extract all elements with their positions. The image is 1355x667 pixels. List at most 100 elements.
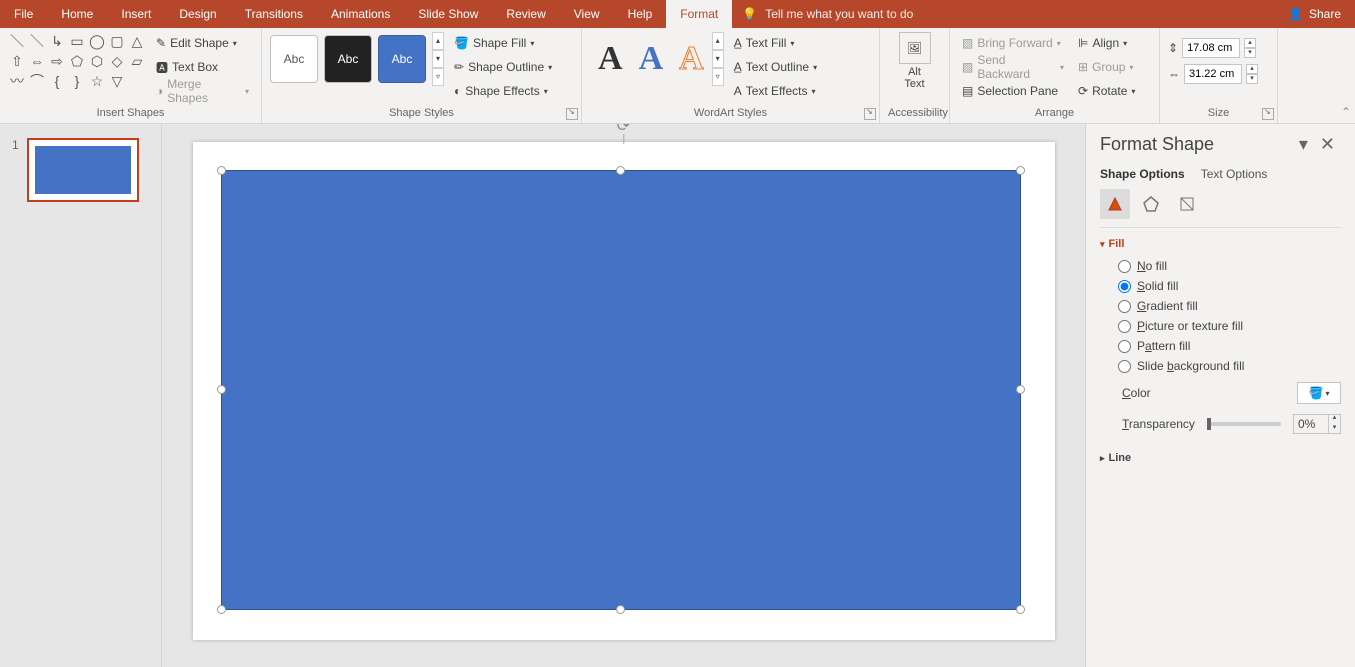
shape-curve-icon[interactable]: 〰 bbox=[8, 72, 26, 90]
shape-rect-icon[interactable]: ▭ bbox=[68, 32, 86, 50]
fill-option-pattern-fill[interactable]: Pattern fill bbox=[1100, 336, 1341, 356]
transparency-slider[interactable] bbox=[1207, 422, 1281, 426]
text-box-button[interactable]: 🅰 Text Box bbox=[152, 56, 253, 78]
pane-options-dropdown[interactable]: ▾ bbox=[1293, 134, 1314, 155]
fill-section-header[interactable]: ▾ Fill bbox=[1100, 238, 1341, 250]
shape-line-icon[interactable]: ＼ bbox=[8, 32, 26, 50]
shape-flag-icon[interactable]: ▱ bbox=[128, 52, 146, 70]
resize-handle-ne[interactable] bbox=[1016, 166, 1025, 175]
shape-arrow-lr-icon[interactable]: ⇔ bbox=[28, 52, 46, 70]
tab-format[interactable]: Format bbox=[666, 0, 732, 28]
slide-thumbnail-1[interactable] bbox=[27, 138, 139, 202]
bring-forward-button[interactable]: ▧ Bring Forward ▾ bbox=[958, 32, 1068, 54]
width-down[interactable]: ▾ bbox=[1246, 74, 1258, 84]
shape-line2-icon[interactable]: ＼ bbox=[28, 32, 46, 50]
align-button[interactable]: ⊫ Align ▾ bbox=[1074, 32, 1139, 54]
slide-bg-fill-radio[interactable] bbox=[1118, 360, 1131, 373]
slide[interactable]: ⟳ bbox=[193, 142, 1055, 640]
tab-review[interactable]: Review bbox=[492, 0, 559, 28]
height-input[interactable] bbox=[1182, 38, 1240, 58]
effects-tab-icon[interactable] bbox=[1136, 189, 1166, 219]
resize-handle-se[interactable] bbox=[1016, 605, 1025, 614]
shape-arc-icon[interactable]: ⌒ bbox=[28, 72, 46, 90]
shape-brace-l-icon[interactable]: { bbox=[48, 72, 66, 90]
line-section-header[interactable]: ▸ Line bbox=[1100, 452, 1341, 464]
height-up[interactable]: ▴ bbox=[1244, 38, 1256, 48]
resize-handle-s[interactable] bbox=[616, 605, 625, 614]
style-gallery-down[interactable]: ▾ bbox=[432, 50, 444, 68]
tab-insert[interactable]: Insert bbox=[107, 0, 165, 28]
resize-handle-e[interactable] bbox=[1016, 385, 1025, 394]
shape-triangle-icon[interactable]: △ bbox=[128, 32, 146, 50]
pane-tab-shape-options[interactable]: Shape Options bbox=[1100, 167, 1185, 181]
no-fill-radio[interactable] bbox=[1118, 260, 1131, 273]
slide-canvas-area[interactable]: ⟳ bbox=[162, 124, 1085, 667]
wordart-preset-1[interactable]: A bbox=[590, 40, 631, 78]
shape-callout-icon[interactable]: ▽ bbox=[108, 72, 126, 90]
group-button[interactable]: ⊞ Group ▾ bbox=[1074, 56, 1139, 78]
merge-shapes-button[interactable]: ◑ Merge Shapes ▾ bbox=[152, 80, 253, 102]
edit-shape-button[interactable]: ✎ Edit Shape ▾ bbox=[152, 32, 253, 54]
fill-option-picture-fill[interactable]: Picture or texture fill bbox=[1100, 316, 1341, 336]
shape-brace-r-icon[interactable]: } bbox=[68, 72, 86, 90]
shape-style-preset-1[interactable]: Abc bbox=[270, 35, 318, 83]
transparency-value-input[interactable]: 0% ▴▾ bbox=[1293, 414, 1341, 434]
tab-transitions[interactable]: Transitions bbox=[231, 0, 317, 28]
style-gallery-more[interactable]: ▿ bbox=[432, 68, 444, 86]
resize-handle-w[interactable] bbox=[217, 385, 226, 394]
rotation-handle-icon[interactable]: ⟳ bbox=[617, 124, 630, 136]
shape-fill-button[interactable]: 🪣 Shape Fill ▾ bbox=[450, 32, 556, 54]
shape-connector-icon[interactable]: ↳ bbox=[48, 32, 66, 50]
size-properties-tab-icon[interactable] bbox=[1172, 189, 1202, 219]
tab-animations[interactable]: Animations bbox=[317, 0, 404, 28]
fill-option-slide-bg-fill[interactable]: Slide background fill bbox=[1100, 356, 1341, 376]
tab-view[interactable]: View bbox=[560, 0, 614, 28]
wordart-dialog-launcher[interactable] bbox=[864, 108, 876, 120]
tab-design[interactable]: Design bbox=[165, 0, 230, 28]
gradient-fill-radio[interactable] bbox=[1118, 300, 1131, 313]
fill-option-no-fill[interactable]: No fill bbox=[1100, 256, 1341, 276]
tell-me-search[interactable]: 💡 Tell me what you want to do bbox=[742, 7, 913, 21]
wordart-gallery-more[interactable]: ▿ bbox=[712, 68, 724, 86]
width-input[interactable] bbox=[1184, 64, 1242, 84]
text-outline-button[interactable]: A̲ Text Outline ▾ bbox=[730, 56, 821, 78]
shape-roundrect-icon[interactable]: ▢ bbox=[108, 32, 126, 50]
pattern-fill-radio[interactable] bbox=[1118, 340, 1131, 353]
shape-style-preset-3[interactable]: Abc bbox=[378, 35, 426, 83]
shape-hexagon-icon[interactable]: ⬡ bbox=[88, 52, 106, 70]
resize-handle-sw[interactable] bbox=[217, 605, 226, 614]
tab-file[interactable]: File bbox=[0, 0, 47, 28]
solid-fill-radio[interactable] bbox=[1118, 280, 1131, 293]
tab-slide-show[interactable]: Slide Show bbox=[404, 0, 492, 28]
shape-oval-icon[interactable]: ◯ bbox=[88, 32, 106, 50]
shape-pentagon-icon[interactable]: ⬠ bbox=[68, 52, 86, 70]
alt-text-button[interactable]: 🖼 AltText bbox=[899, 32, 931, 90]
text-effects-button[interactable]: A Text Effects ▾ bbox=[730, 80, 821, 102]
close-pane-button[interactable]: ✕ bbox=[1314, 134, 1341, 155]
rotate-button[interactable]: ⟳ Rotate ▾ bbox=[1074, 80, 1139, 102]
resize-handle-nw[interactable] bbox=[217, 166, 226, 175]
picture-fill-radio[interactable] bbox=[1118, 320, 1131, 333]
text-fill-button[interactable]: A̲ Text Fill ▾ bbox=[730, 32, 821, 54]
pane-tab-text-options[interactable]: Text Options bbox=[1201, 167, 1268, 181]
fill-option-gradient-fill[interactable]: Gradient fill bbox=[1100, 296, 1341, 316]
shape-outline-button[interactable]: ✏ Shape Outline ▾ bbox=[450, 56, 556, 78]
style-gallery-up[interactable]: ▴ bbox=[432, 32, 444, 50]
selection-pane-button[interactable]: ▤ Selection Pane bbox=[958, 80, 1068, 102]
fill-color-picker[interactable]: 🪣 ▾ bbox=[1297, 382, 1341, 404]
transparency-down[interactable]: ▾ bbox=[1328, 424, 1340, 434]
tab-help[interactable]: Help bbox=[614, 0, 667, 28]
wordart-gallery-down[interactable]: ▾ bbox=[712, 50, 724, 68]
fill-option-solid-fill[interactable]: Solid fill bbox=[1100, 276, 1341, 296]
send-backward-button[interactable]: ▨ Send Backward ▾ bbox=[958, 56, 1068, 78]
wordart-gallery-up[interactable]: ▴ bbox=[712, 32, 724, 50]
shape-arrow-r-icon[interactable]: ⇨ bbox=[48, 52, 66, 70]
width-up[interactable]: ▴ bbox=[1246, 64, 1258, 74]
shape-effects-button[interactable]: ◐ Shape Effects ▾ bbox=[450, 80, 556, 102]
shapes-gallery[interactable]: ＼ ＼ ↳ ▭ ◯ ▢ △ ⇧ ⇔ ⇨ ⬠ ⬡ ◇ ▱ 〰 ⌒ { } ☆ ▽ bbox=[8, 32, 146, 90]
height-down[interactable]: ▾ bbox=[1244, 48, 1256, 58]
transparency-up[interactable]: ▴ bbox=[1328, 414, 1340, 424]
size-dialog-launcher[interactable] bbox=[1262, 108, 1274, 120]
shape-style-preset-2[interactable]: Abc bbox=[324, 35, 372, 83]
shape-star-icon[interactable]: ☆ bbox=[88, 72, 106, 90]
